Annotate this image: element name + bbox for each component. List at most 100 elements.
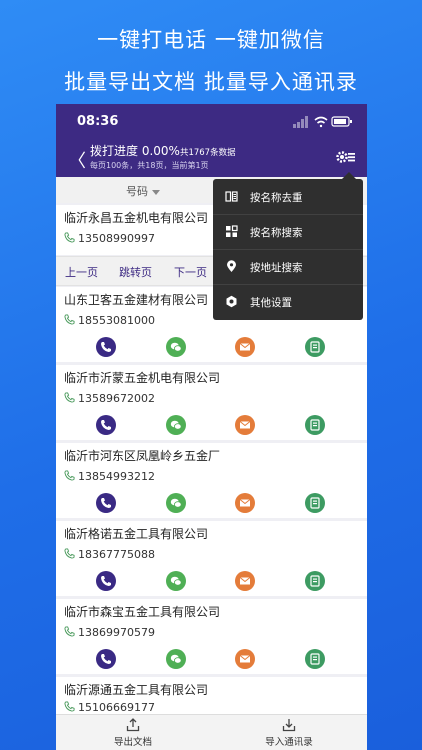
phone-number[interactable]: 13854993212	[64, 470, 155, 483]
sms-button[interactable]	[235, 649, 255, 669]
call-button[interactable]	[96, 571, 116, 591]
contact-card[interactable]: 临沂源通五金工具有限公司 15106669177	[56, 677, 367, 714]
company-name: 临沂市沂蒙五金机电有限公司	[64, 371, 221, 385]
sms-button[interactable]	[235, 571, 255, 591]
wechat-icon	[170, 498, 182, 508]
page-info: 每页100条，共18页，当前第1页	[90, 161, 209, 170]
action-row	[56, 493, 367, 515]
phone-number[interactable]: 15106669177	[64, 701, 155, 714]
company-name: 临沂源通五金工具有限公司	[64, 683, 209, 697]
signal-icon	[293, 116, 308, 128]
mail-icon	[239, 421, 251, 429]
call-icon	[101, 420, 111, 430]
search-name-icon	[226, 225, 238, 237]
contact-card[interactable]: 临沂格诺五金工具有限公司 18367775088	[56, 521, 367, 596]
phone-icon	[64, 470, 75, 481]
action-row	[56, 415, 367, 437]
sms-button[interactable]	[235, 493, 255, 513]
wechat-button[interactable]	[166, 493, 186, 513]
contact-card[interactable]: 临沂市河东区凤凰岭乡五金厂 13854993212	[56, 443, 367, 518]
bottom-toolbar: 导出文档 导入通讯录	[56, 714, 367, 750]
download-icon	[282, 719, 296, 732]
call-button[interactable]	[96, 649, 116, 669]
call-icon	[101, 342, 111, 352]
call-icon	[101, 654, 111, 664]
phone-icon	[64, 392, 75, 403]
call-icon	[101, 576, 111, 586]
menu-item-label: 按名称去重	[250, 192, 303, 204]
import-label: 导入通讯录	[265, 737, 313, 748]
save-contact-button[interactable]	[305, 415, 325, 435]
phone-number-text: 18553081000	[78, 314, 155, 327]
company-name: 临沂永昌五金机电有限公司	[64, 211, 209, 225]
location-icon	[227, 260, 236, 272]
menu-item-label: 按地址搜索	[250, 262, 303, 274]
phone-icon	[64, 701, 75, 712]
company-name: 山东卫客五金建材有限公司	[64, 293, 209, 307]
contact-book-icon	[310, 497, 320, 509]
call-button[interactable]	[96, 337, 116, 357]
back-button[interactable]: 〈	[68, 147, 86, 173]
save-contact-button[interactable]	[305, 493, 325, 513]
phone-number-text: 18367775088	[78, 548, 155, 561]
mail-icon	[239, 499, 251, 507]
settings-menu-icon[interactable]	[335, 149, 355, 165]
save-contact-button[interactable]	[305, 571, 325, 591]
export-document-button[interactable]: 导出文档	[88, 718, 178, 748]
next-page-button[interactable]: 下一页	[174, 264, 207, 280]
action-row	[56, 649, 367, 671]
save-contact-button[interactable]	[305, 649, 325, 669]
phone-number[interactable]: 18367775088	[64, 548, 155, 561]
wechat-icon	[170, 576, 182, 586]
contact-card[interactable]: 临沂市森宝五金工具有限公司 13869970579	[56, 599, 367, 674]
phone-number[interactable]: 13589672002	[64, 392, 155, 405]
contact-card[interactable]: 临沂市沂蒙五金机电有限公司 13589672002	[56, 365, 367, 440]
settings-hex-icon	[226, 295, 237, 308]
sort-column[interactable]: 号码	[126, 183, 160, 199]
mail-icon	[239, 655, 251, 663]
save-contact-button[interactable]	[305, 337, 325, 357]
wechat-button[interactable]	[166, 649, 186, 669]
mail-icon	[239, 577, 251, 585]
phone-screen: 08:36 〈 拨打进度 0.00%共1767条数据 每页100条，共18页，当…	[56, 104, 367, 750]
menu-item-label: 其他设置	[250, 297, 292, 309]
mail-icon	[239, 343, 251, 351]
call-button[interactable]	[96, 415, 116, 435]
export-label: 导出文档	[113, 737, 152, 748]
jump-page-button[interactable]: 跳转页	[119, 264, 152, 280]
menu-item-dedupe-by-name[interactable]: 按名称去重	[213, 179, 363, 215]
phone-number[interactable]: 13869970579	[64, 626, 155, 639]
contact-book-icon	[310, 575, 320, 587]
menu-item-search-by-address[interactable]: 按地址搜索	[213, 249, 363, 285]
wechat-icon	[170, 342, 182, 352]
action-row	[56, 337, 367, 359]
phone-number[interactable]: 18553081000	[64, 314, 155, 327]
contact-book-icon	[310, 653, 320, 665]
call-icon	[101, 498, 111, 508]
settings-dropdown-menu: 按名称去重 按名称搜索 按地址搜索 其他设置	[213, 172, 363, 320]
import-contacts-button[interactable]: 导入通讯录	[244, 718, 334, 748]
contact-book-icon	[310, 419, 320, 431]
menu-item-search-by-name[interactable]: 按名称搜索	[213, 214, 363, 250]
wechat-button[interactable]	[166, 571, 186, 591]
menu-item-other-settings[interactable]: 其他设置	[213, 284, 363, 319]
phone-icon	[64, 232, 75, 243]
wechat-button[interactable]	[166, 337, 186, 357]
wechat-button[interactable]	[166, 415, 186, 435]
action-row	[56, 571, 367, 593]
phone-icon	[64, 314, 75, 325]
menu-item-label: 按名称搜索	[250, 227, 303, 239]
phone-number-text: 13869970579	[78, 626, 155, 639]
upload-icon	[126, 718, 140, 732]
sms-button[interactable]	[235, 415, 255, 435]
call-button[interactable]	[96, 493, 116, 513]
wechat-icon	[170, 420, 182, 430]
prev-page-button[interactable]: 上一页	[65, 264, 98, 280]
sort-column-label: 号码	[126, 185, 148, 198]
phone-number-text: 15106669177	[78, 701, 155, 714]
phone-icon	[64, 626, 75, 637]
wechat-icon	[170, 654, 182, 664]
sms-button[interactable]	[235, 337, 255, 357]
phone-number[interactable]: 13508990997	[64, 232, 155, 245]
battery-icon	[331, 116, 352, 127]
